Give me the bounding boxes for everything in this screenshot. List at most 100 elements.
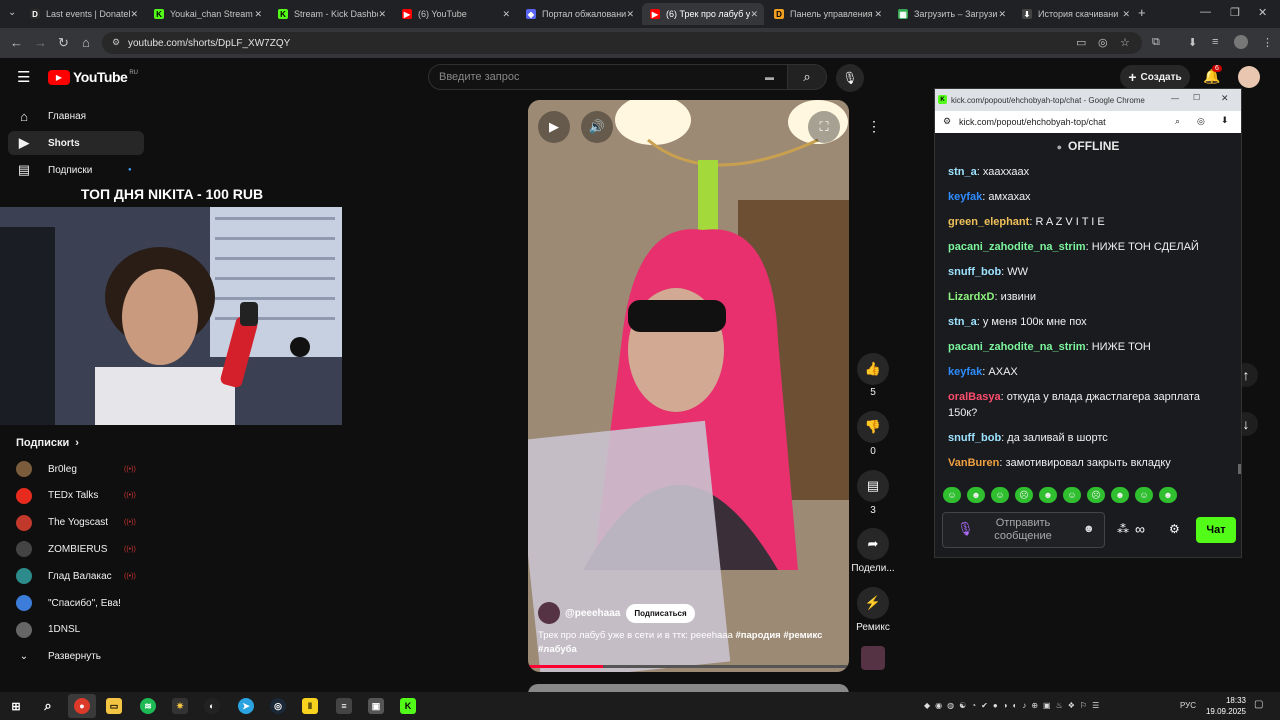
browser-tab[interactable]: D Панель управления ✕ xyxy=(766,3,888,25)
sidebar-item-subscriptions[interactable]: ▤ Подписки ● xyxy=(8,158,144,182)
url-input[interactable]: ⚙ youtube.com/shorts/DpLF_XW7ZQY xyxy=(102,32,1142,54)
audio-thumbnail[interactable] xyxy=(861,646,885,670)
emote-icon[interactable]: ☺ xyxy=(943,487,961,503)
subscriptions-header[interactable]: Подписки › xyxy=(16,437,79,449)
subscription-item[interactable]: The Yogscast ((•)) xyxy=(16,513,146,533)
browser-tab[interactable]: K Stream - Kick Dashbo ✕ xyxy=(270,3,392,25)
tab-close-icon[interactable]: ✕ xyxy=(1122,9,1130,20)
tab-close-icon[interactable]: ✕ xyxy=(626,9,634,20)
minimize-icon[interactable]: — xyxy=(1200,6,1211,18)
tab-close-icon[interactable]: ✕ xyxy=(998,9,1006,20)
emote-icon[interactable]: ☺ xyxy=(1135,487,1153,503)
bot-icon[interactable]: ⁂ xyxy=(1117,522,1129,536)
emote-icon[interactable]: ☻ xyxy=(967,487,985,503)
account-avatar[interactable] xyxy=(1238,66,1260,88)
browser-tab[interactable]: ⬇ История скачивани ✕ xyxy=(1014,3,1136,25)
tab-search-icon[interactable]: ⌄ xyxy=(8,7,16,18)
steam-icon[interactable]: ◎ xyxy=(270,698,286,714)
app-star-icon[interactable]: ✷ xyxy=(172,698,188,714)
kick-taskbar-icon[interactable]: K xyxy=(400,698,416,714)
emote-icon[interactable]: ☻ xyxy=(1039,487,1057,503)
chat-username[interactable]: keyfak xyxy=(948,191,982,203)
sidebar-item-home[interactable]: ⌂ Главная xyxy=(8,104,144,128)
tab-close-icon[interactable]: ✕ xyxy=(750,9,758,20)
expand-subscriptions-button[interactable]: ⌄ Развернуть xyxy=(16,646,101,666)
browser-tab[interactable]: ▦ Загрузить – Загрузи ✕ xyxy=(890,3,1012,25)
browser-menu-icon[interactable]: ⋮ xyxy=(1262,36,1273,49)
subscription-item[interactable]: "Спасибо", Ева! xyxy=(16,593,146,613)
subscription-item[interactable]: Глад Валакас ((•)) xyxy=(16,566,146,586)
youtube-logo[interactable]: ▶ YouTube RU xyxy=(48,69,138,85)
browser-tab[interactable]: ▶ (6) YouTube ✕ xyxy=(394,3,516,25)
subscription-item[interactable]: 1DNSL xyxy=(16,620,146,640)
chat-hide-icon[interactable]: ◎ xyxy=(1197,116,1205,127)
channel-handle[interactable]: @peeehaaa xyxy=(565,608,620,619)
telegram-icon[interactable]: ➤ xyxy=(238,698,254,714)
remix-button[interactable]: ⚡ xyxy=(857,587,889,619)
emote-icon[interactable]: ☻ xyxy=(1159,487,1177,503)
chat-username[interactable]: green_elephant xyxy=(948,216,1029,228)
site-info-icon[interactable]: ⚙ xyxy=(112,37,120,48)
chat-close-icon[interactable]: ✕ xyxy=(1221,93,1229,104)
search-button[interactable]: ⌕ xyxy=(787,64,827,90)
hide-icon[interactable]: ◎ xyxy=(1098,36,1108,49)
chat-send-button[interactable]: Чат xyxy=(1196,517,1236,543)
fullscreen-button[interactable]: ⛶ xyxy=(808,111,840,143)
clock[interactable]: 18:33 19.09.2025 xyxy=(1200,695,1246,717)
emote-icon[interactable]: ☻ xyxy=(1111,487,1129,503)
create-button[interactable]: + Создать xyxy=(1120,65,1190,89)
reload-icon[interactable]: ↻ xyxy=(58,35,69,51)
obs-icon[interactable]: ◐ xyxy=(204,698,220,714)
chat-username[interactable]: keyfak xyxy=(948,366,982,378)
downloads-icon[interactable]: ⬇ xyxy=(1188,36,1197,49)
system-tray-icons[interactable]: ◆◉◍☯◔✔●◑◐♪⊕▣♨❖⚐☰ xyxy=(924,701,1104,710)
mute-button[interactable]: 🔊 xyxy=(581,111,613,143)
dislike-button[interactable]: 👎 xyxy=(857,411,889,443)
emoji-picker-icon[interactable]: ☻ xyxy=(1083,523,1095,536)
new-tab-icon[interactable]: + xyxy=(1138,5,1146,20)
chat-mic-icon[interactable]: 🎙 xyxy=(957,522,974,535)
home-browser-icon[interactable]: ⌂ xyxy=(82,35,90,50)
chat-download-icon[interactable]: ⬇ xyxy=(1221,115,1229,126)
browser-tab[interactable]: ▶ (6) Трек про лабуб у ✕ xyxy=(642,3,764,25)
play-button[interactable]: ▶ xyxy=(538,111,570,143)
like-button[interactable]: 👍 xyxy=(857,353,889,385)
browser-tab[interactable]: ◆ Портал обжалования ✕ xyxy=(518,3,640,25)
chat-url-bar[interactable]: ⚙ kick.com/popout/ehchobyah-top/chat ⌕ ◎… xyxy=(935,111,1241,133)
tab-close-icon[interactable]: ✕ xyxy=(502,9,510,20)
browser-tab[interactable]: K Youkai_chan Stream ✕ xyxy=(146,3,268,25)
emote-icon[interactable]: ☺ xyxy=(991,487,1009,503)
profile-avatar[interactable] xyxy=(1234,35,1248,49)
channel-avatar[interactable] xyxy=(538,602,560,624)
chat-scrollbar[interactable] xyxy=(1238,464,1241,474)
share-button[interactable]: ➦ xyxy=(857,528,889,560)
notepad-icon[interactable]: ≡ xyxy=(336,698,352,714)
comments-button[interactable]: ▤ xyxy=(857,470,889,502)
chat-username[interactable]: LizardxD xyxy=(948,291,994,303)
spotify-icon[interactable]: ≋ xyxy=(140,698,156,714)
chat-message-input[interactable]: 🎙 Отправить сообщение ☻ xyxy=(942,512,1105,548)
chrome-taskbar-icon[interactable]: ● xyxy=(74,698,90,714)
reading-list-icon[interactable]: ≡ xyxy=(1212,36,1218,48)
chat-minimize-icon[interactable]: — xyxy=(1171,94,1179,103)
bookmark-star-icon[interactable]: ☆ xyxy=(1120,36,1130,49)
language-indicator[interactable]: РУС xyxy=(1180,701,1196,710)
keyboard-icon[interactable]: ▬ xyxy=(765,72,774,82)
forward-icon[interactable]: → xyxy=(34,35,47,50)
cast-icon[interactable]: ▭ xyxy=(1076,36,1086,49)
chat-username[interactable]: snuff_bob xyxy=(948,266,1001,278)
chat-maximize-icon[interactable]: ☐ xyxy=(1193,93,1200,102)
windows-start-icon[interactable]: ⊞ xyxy=(8,698,24,714)
tab-close-icon[interactable]: ✕ xyxy=(130,9,138,20)
more-options-icon[interactable]: ⋮ xyxy=(867,118,881,135)
subscription-item[interactable]: Br0leg ((•)) xyxy=(16,459,146,479)
back-icon[interactable]: ← xyxy=(10,35,23,50)
sidebar-item-shorts[interactable]: ▶ Shorts xyxy=(8,131,144,155)
notifications-button[interactable]: 🔔 6 xyxy=(1203,65,1222,85)
browser-tab[interactable]: D Last events | DonateP ✕ xyxy=(22,3,144,25)
subscribe-button[interactable]: Подписаться xyxy=(626,603,695,623)
app-yellow-icon[interactable]: ‖ xyxy=(302,698,318,714)
taskbar-search-icon[interactable]: ⌕ xyxy=(40,698,56,714)
voice-search-button[interactable]: 🎙 xyxy=(836,64,864,92)
infinity-icon[interactable]: ∞ xyxy=(1135,521,1145,537)
